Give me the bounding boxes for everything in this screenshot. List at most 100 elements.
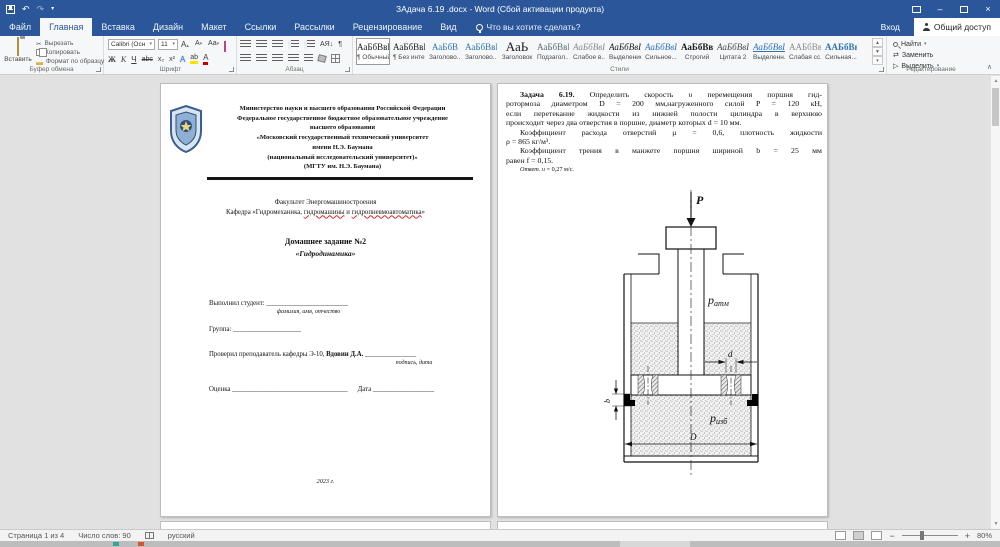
font-color-button[interactable]: А bbox=[203, 53, 208, 65]
style-card[interactable]: АаБбВвГгВыделение bbox=[608, 38, 642, 65]
taskbar-app-indicator[interactable] bbox=[138, 542, 144, 546]
numbering-icon[interactable] bbox=[256, 40, 267, 49]
change-case-button[interactable]: Аа▾ bbox=[208, 40, 219, 47]
styles-more-button[interactable]: ▾ bbox=[872, 56, 883, 65]
sign-in-button[interactable]: Вход bbox=[881, 22, 900, 32]
superscript-button[interactable]: х² bbox=[169, 56, 175, 63]
read-mode-button[interactable] bbox=[835, 531, 846, 540]
clipboard-dialog-launcher[interactable] bbox=[96, 67, 101, 72]
tab-рассылки[interactable]: Рассылки bbox=[285, 18, 343, 36]
line-spacing-icon[interactable] bbox=[304, 54, 313, 63]
font-name-combobox[interactable]: Calibri (Осн▾ bbox=[108, 39, 155, 50]
problem-line-text: равен f = 0,15. bbox=[506, 156, 553, 165]
increase-indent-icon[interactable] bbox=[304, 40, 315, 49]
grow-font-button[interactable]: А▴ bbox=[181, 40, 189, 49]
borders-icon[interactable] bbox=[331, 54, 340, 63]
justify-icon[interactable] bbox=[288, 54, 299, 63]
subscript-button[interactable]: х₂ bbox=[158, 56, 164, 63]
zoom-slider-thumb[interactable] bbox=[920, 531, 924, 540]
zoom-out-button[interactable]: − bbox=[889, 531, 894, 541]
align-center-icon[interactable] bbox=[256, 54, 267, 63]
tell-me-box[interactable]: Что вы хотите сделать? bbox=[476, 18, 581, 36]
style-card[interactable]: АаБбВвГг,¶ Без инте... bbox=[392, 38, 426, 65]
bullets-icon[interactable] bbox=[240, 40, 251, 49]
italic-button[interactable]: К bbox=[121, 55, 126, 64]
zoom-in-button[interactable]: + bbox=[965, 531, 970, 541]
find-button[interactable]: Найти ▾ bbox=[893, 39, 927, 49]
chevron-down-icon: ▾ bbox=[172, 40, 175, 49]
tab-макет[interactable]: Макет bbox=[192, 18, 235, 36]
document-page-2[interactable]: Задача 6.19. Определить скорость υ перем… bbox=[497, 83, 828, 517]
style-card[interactable]: АаБбВвГгВыделенн... bbox=[752, 38, 786, 65]
align-left-icon[interactable] bbox=[240, 54, 251, 63]
page-indicator[interactable]: Страница 1 из 4 bbox=[8, 531, 64, 540]
scroll-up-arrow[interactable]: ▲ bbox=[991, 78, 1000, 84]
style-card[interactable]: АаЬЗаголовок bbox=[500, 38, 534, 65]
tab-дизайн[interactable]: Дизайн bbox=[144, 18, 192, 36]
highlight-color-button[interactable]: ab bbox=[190, 54, 198, 64]
proofing-icon[interactable] bbox=[145, 532, 154, 539]
copy-button[interactable]: Копировать bbox=[36, 48, 104, 57]
styles-scroll-up-button[interactable]: ▲ bbox=[872, 38, 883, 47]
tab-главная[interactable]: Главная bbox=[40, 18, 92, 36]
tab-вид[interactable]: Вид bbox=[431, 18, 465, 36]
checker-name: Вдовин Д.А. bbox=[326, 351, 363, 358]
font-size-combobox[interactable]: 11▾ bbox=[158, 39, 178, 50]
bold-button[interactable]: Ж bbox=[108, 55, 116, 64]
multilevel-list-icon[interactable] bbox=[272, 40, 283, 49]
taskbar-active-button[interactable] bbox=[620, 541, 690, 547]
close-button[interactable]: × bbox=[976, 0, 1000, 18]
shrink-font-button[interactable]: А▾ bbox=[195, 40, 202, 47]
document-page-1[interactable]: Министерство науки и высшего образования… bbox=[160, 83, 491, 517]
styles-dialog-launcher[interactable] bbox=[879, 67, 884, 72]
style-card[interactable]: ААБбВвГг,Слабая сс... bbox=[788, 38, 822, 65]
strikethrough-button[interactable]: abc bbox=[142, 56, 153, 63]
align-right-icon[interactable] bbox=[272, 54, 283, 63]
format-painter-button[interactable]: Формат по образцу bbox=[36, 57, 104, 66]
zoom-slider[interactable] bbox=[902, 535, 958, 536]
styles-group-label: Стили bbox=[353, 66, 886, 73]
zoom-level[interactable]: 80% bbox=[977, 531, 992, 540]
paste-button[interactable]: Вставить bbox=[3, 38, 33, 67]
vertical-scrollbar[interactable]: ▲ ▼ bbox=[990, 76, 1000, 529]
print-layout-button[interactable] bbox=[853, 531, 864, 540]
style-card[interactable]: АаБбВЗаголово... bbox=[428, 38, 462, 65]
style-card[interactable]: АаБбВвГгСильное... bbox=[644, 38, 678, 65]
word-count[interactable]: Число слов: 90 bbox=[78, 531, 131, 540]
taskbar-app-indicator[interactable] bbox=[113, 542, 119, 546]
share-button[interactable]: Общий доступ bbox=[914, 18, 1000, 36]
font-dialog-launcher[interactable] bbox=[229, 67, 234, 72]
underline-button[interactable]: Ч bbox=[131, 55, 136, 64]
scroll-down-arrow[interactable]: ▼ bbox=[991, 521, 1000, 527]
style-card[interactable]: АаБбВвГЗаголово... bbox=[464, 38, 498, 65]
styles-scroll-down-button[interactable]: ▼ bbox=[872, 47, 883, 56]
clear-formatting-button[interactable] bbox=[224, 42, 226, 51]
replace-button[interactable]: ⇄ Заменить bbox=[893, 50, 933, 60]
shading-icon[interactable] bbox=[317, 54, 327, 63]
tab-вставка[interactable]: Вставка bbox=[92, 18, 143, 36]
tab-файл[interactable]: Файл bbox=[0, 18, 40, 36]
style-card[interactable]: ААБбВвГг,Сильная... bbox=[824, 38, 858, 65]
decrease-indent-icon[interactable] bbox=[288, 40, 299, 49]
show-paragraph-marks-button[interactable]: ¶ bbox=[338, 41, 342, 48]
style-card[interactable]: АаБбВвГг,¶ Обычный bbox=[356, 38, 390, 65]
style-card[interactable]: АаБбВвГгСлабое в... bbox=[572, 38, 606, 65]
cut-button[interactable]: ✂ Вырезать bbox=[36, 39, 104, 48]
problem-line-text: Коэффициент трения в манжете поршня шири… bbox=[520, 146, 822, 155]
language-indicator[interactable]: русский bbox=[168, 531, 195, 540]
ribbon-display-options-button[interactable] bbox=[904, 0, 928, 18]
ministry-line: Федеральное государственное бюджетное об… bbox=[207, 114, 478, 124]
text-effects-button[interactable]: А bbox=[180, 55, 185, 64]
web-layout-button[interactable] bbox=[871, 531, 882, 540]
style-card[interactable]: АаБбВвГПодзагол... bbox=[536, 38, 570, 65]
tab-ссылки[interactable]: Ссылки bbox=[236, 18, 286, 36]
minimize-button[interactable]: – bbox=[928, 0, 952, 18]
style-card[interactable]: АаБбВвГгЦитата 2 bbox=[716, 38, 750, 65]
sort-button[interactable]: АЯ↓ bbox=[320, 41, 333, 48]
style-card[interactable]: АаБбВвГг,Строгий bbox=[680, 38, 714, 65]
paragraph-dialog-launcher[interactable] bbox=[345, 67, 350, 72]
scrollbar-thumb[interactable] bbox=[992, 88, 999, 126]
tab-рецензирование[interactable]: Рецензирование bbox=[344, 18, 432, 36]
maximize-button[interactable] bbox=[952, 0, 976, 18]
collapse-ribbon-button[interactable]: ∧ bbox=[987, 63, 992, 71]
